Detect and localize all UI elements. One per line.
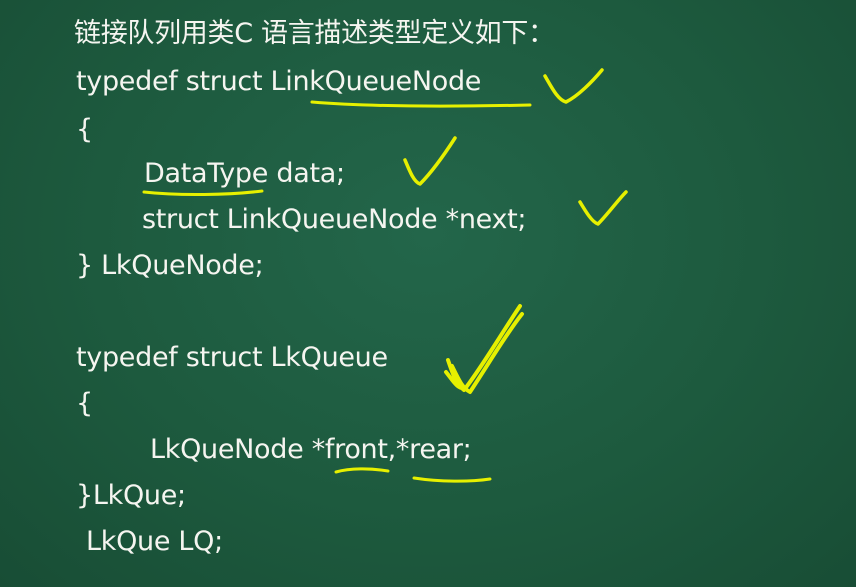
checkmark-2: [403, 136, 457, 186]
underline-linkqueuenode: [310, 100, 532, 108]
code-line-datatype-data: DataType data;: [144, 158, 345, 189]
chalkboard-slide: 链接队列用类C 语言描述类型定义如下： typedef struct LinkQ…: [0, 0, 856, 587]
code-line-typedef-lkqueue: typedef struct LkQueue: [76, 342, 388, 373]
code-line-typedef-linkqueuenode: typedef struct LinkQueueNode: [76, 66, 482, 97]
code-line-lkque-lq: LkQue LQ;: [86, 526, 223, 557]
checkmark-3: [578, 190, 628, 226]
underline-rear: [412, 476, 492, 483]
code-line-lkquenode-close: } LkQueNode;: [76, 250, 264, 281]
underline-datatype: [142, 189, 264, 197]
checkmark-4: [444, 304, 524, 394]
code-line-open-brace-2: {: [76, 388, 93, 419]
underline-front: [334, 467, 390, 474]
code-line-open-brace-1: {: [76, 114, 93, 145]
checkmark-1: [543, 68, 604, 104]
slide-heading: 链接队列用类C 语言描述类型定义如下：: [74, 18, 555, 49]
code-line-next-pointer: struct LinkQueueNode *next;: [142, 204, 527, 235]
code-line-front-rear: LkQueNode *front,*rear;: [150, 434, 472, 465]
code-line-lkque-close: }LkQue;: [76, 480, 186, 511]
